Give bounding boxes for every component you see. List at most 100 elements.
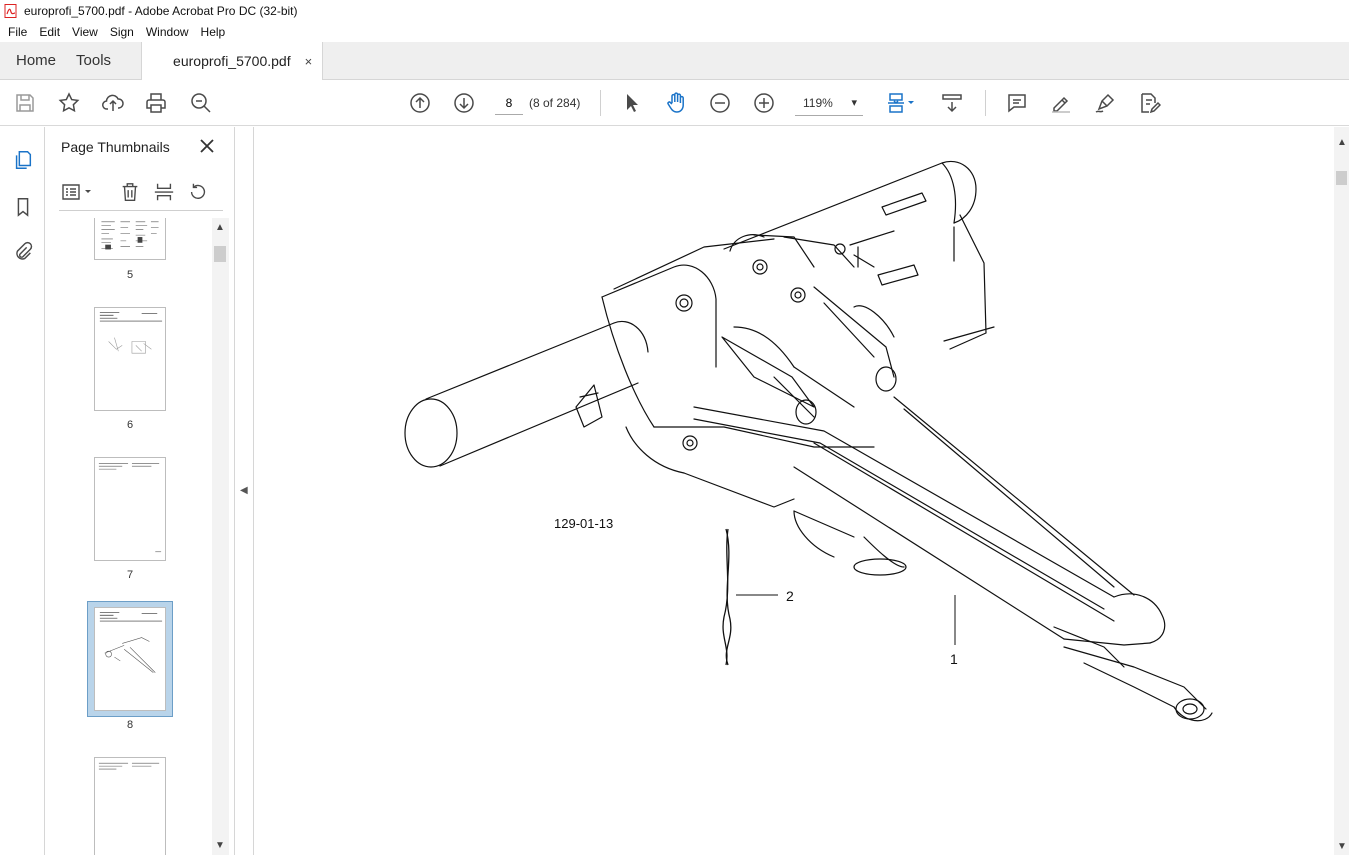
thumbnails-scrollbar[interactable]: ▲ ▼ [212,218,229,855]
minus-circle-icon [710,93,730,113]
hand-tool-button[interactable] [662,89,690,117]
document-view[interactable]: 129-01-13 2 1 [254,127,1334,855]
tab-tools[interactable]: Tools [72,42,127,79]
page-fit-button[interactable] [883,89,919,117]
fill-sign-button[interactable] [1135,89,1163,117]
page-thumbnails-icon [15,151,32,169]
scroll-down-icon [942,94,962,113]
arrow-down-circle-icon [454,93,474,113]
select-tool-button[interactable] [618,89,646,117]
attachments-button[interactable] [10,239,36,265]
scroll-down-icon[interactable]: ▼ [1337,841,1347,852]
page-thumbnails-button[interactable] [10,147,36,173]
menu-help[interactable]: Help [195,25,232,39]
panel-collapse-handle[interactable]: ◀ [235,127,254,855]
options-menu-button[interactable] [59,179,95,205]
paperclip-icon [16,241,33,260]
zoom-in-button[interactable] [750,89,778,117]
scroll-up-icon[interactable]: ▲ [215,222,225,233]
figure-reference: 129-01-13 [554,516,614,531]
fit-page-icon [888,93,914,113]
next-page-button[interactable] [450,89,478,117]
search-icon [191,93,211,113]
thumbnail-page-5[interactable] [94,218,166,260]
zoom-out-button[interactable] [706,89,734,117]
pen-icon [1095,93,1115,113]
thumbnail-page-9[interactable] [94,757,166,855]
save-icon [16,94,34,112]
thumbnail-page-6[interactable] [94,307,166,411]
toolbar-divider [985,90,986,116]
rotate-page-button[interactable] [185,179,211,205]
chevron-down-icon: ▾ [851,97,857,109]
highlighter-icon [1052,96,1070,113]
save-button[interactable] [11,89,39,117]
comment-button[interactable] [1003,89,1031,117]
panel-toolbar [59,175,223,211]
thumbnail-preview [99,311,163,354]
page-count: (8 of 284) [529,96,581,110]
zoom-value: 119% [803,95,833,110]
thumbnail-preview [98,762,160,770]
previous-page-button[interactable] [406,89,434,117]
close-tab-icon[interactable]: × [305,54,313,69]
find-button[interactable] [187,89,215,117]
technical-drawing [404,160,1213,722]
menu-view[interactable]: View [66,25,104,39]
insert-pages-icon [154,183,174,201]
menu-bar: File Edit View Sign Window Help [0,22,1349,42]
upload-button[interactable] [99,89,127,117]
close-panel-button[interactable] [197,136,217,156]
options-list-icon [62,184,91,200]
scroll-down-icon[interactable]: ▼ [215,840,225,851]
panel-title: Page Thumbnails [61,139,170,155]
rotate-icon [190,183,206,199]
delete-page-button[interactable] [117,179,143,205]
print-button[interactable] [142,89,170,117]
thumbnail-label: 6 [126,419,134,431]
close-icon [200,139,214,153]
scroll-up-icon[interactable]: ▲ [1337,137,1347,148]
menu-edit[interactable]: Edit [33,25,66,39]
menu-file[interactable]: File [2,25,33,39]
bookmark-icon [17,198,29,217]
insert-page-button[interactable] [151,179,177,205]
thumbnail-page-8[interactable] [94,607,166,711]
menu-window[interactable]: Window [140,25,195,39]
draw-button[interactable] [1091,89,1119,117]
page-number-input[interactable] [495,91,523,115]
trash-icon [122,183,138,201]
highlight-button[interactable] [1047,89,1075,117]
page-thumbnails-panel: Page Thumbnails 5 6 7 8 ▲ ▼ [45,127,235,855]
printer-icon [146,93,166,113]
comment-icon [1008,94,1026,113]
tab-home[interactable]: Home [0,42,72,79]
bookmark-star-button[interactable] [55,89,83,117]
collapse-left-icon: ◀ [240,485,248,496]
tab-bar: Home Tools europrofi_5700.pdf × [0,42,1349,80]
thumbnail-page-7[interactable] [94,457,166,561]
document-tab-label: europrofi_5700.pdf [173,53,291,69]
star-icon [58,92,80,113]
scrollbar-thumb[interactable] [214,246,226,262]
arrow-up-circle-icon [410,93,430,113]
fill-sign-icon [1141,93,1161,114]
bookmarks-button[interactable] [10,194,36,220]
acrobat-pdf-icon [4,4,17,18]
zoom-select[interactable]: 119% ▾ [795,90,863,116]
thumbnail-preview [99,611,163,673]
title-bar: europrofi_5700.pdf - Adobe Acrobat Pro D… [0,0,1349,22]
scroll-mode-button[interactable] [938,89,966,117]
hand-icon [667,92,684,113]
toolbar-divider [600,90,601,116]
tab-document[interactable]: europrofi_5700.pdf × [141,42,324,80]
plus-circle-icon [754,93,774,113]
scrollbar-thumb[interactable] [1336,171,1347,185]
callout-label: 1 [950,651,958,667]
cloud-upload-icon [102,94,124,111]
document-scrollbar[interactable]: ▲ ▼ [1334,127,1349,855]
thumbnail-preview [101,221,159,250]
menu-sign[interactable]: Sign [104,25,140,39]
thumbnail-label: 8 [126,719,134,731]
thumbnail-preview [98,463,162,553]
